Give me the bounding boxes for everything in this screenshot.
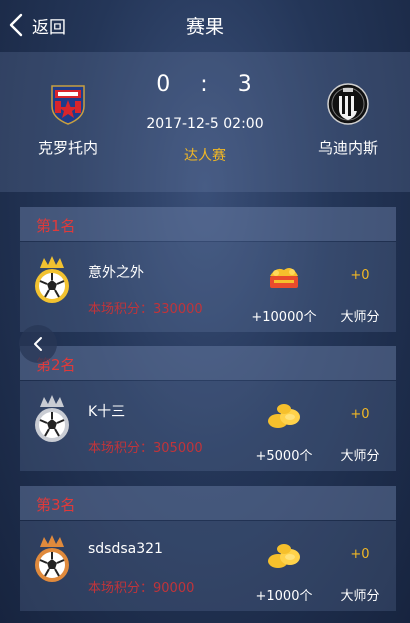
top-bar: 返回 赛果 xyxy=(0,0,410,50)
away-team-name: 乌迪内斯 xyxy=(317,139,378,157)
user-name: K十三 xyxy=(88,404,126,420)
away-score: 3 xyxy=(237,72,254,97)
bronze-crown-avatar-icon xyxy=(35,535,69,582)
points-label: 本场积分： xyxy=(88,302,154,317)
rank-header-3: 第3名 xyxy=(20,486,396,520)
gold-pile-icon xyxy=(270,268,298,288)
score-separator: : xyxy=(200,72,210,97)
gold-coins-icon xyxy=(268,544,300,568)
rank-header-1: 第1名 xyxy=(20,207,396,241)
user-name: sdsdsa321 xyxy=(88,541,163,557)
rank-row-3: sdsdsa321 本场积分：90000 +1000个 +0 大师分 xyxy=(20,521,396,611)
master-label: 大师分 xyxy=(340,589,380,604)
rank-header-2: 第2名 xyxy=(20,346,396,380)
rank-label: 第1名 xyxy=(36,217,76,235)
gold-coins-icon xyxy=(268,404,300,428)
points-value: 330000 xyxy=(153,302,203,317)
side-collapse-button[interactable] xyxy=(19,325,57,363)
master-points: +0 xyxy=(350,268,370,283)
rank-row-2: K十三 本场积分：305000 +5000个 +0 大师分 xyxy=(20,381,396,471)
page-title: 赛果 xyxy=(185,16,224,38)
match-panel: 克罗托内 0:3 2017-12-5 02:00 达人赛 乌迪内斯 xyxy=(0,52,410,192)
master-points: +0 xyxy=(350,407,370,422)
match-points: 本场积分：330000 xyxy=(88,298,203,317)
master-points: +0 xyxy=(350,547,370,562)
user-name: 意外之外 xyxy=(88,265,144,281)
reward-amount: +10000个 xyxy=(251,310,317,325)
points-label: 本场积分： xyxy=(88,581,154,596)
udinese-crest-icon xyxy=(327,83,369,125)
chevron-left-icon xyxy=(34,337,42,351)
reward-amount: +1000个 xyxy=(255,589,313,604)
rank-label: 第3名 xyxy=(36,496,76,514)
points-value: 305000 xyxy=(153,441,203,456)
home-score: 0 xyxy=(156,72,173,97)
master-label: 大师分 xyxy=(340,310,380,325)
master-label: 大师分 xyxy=(340,449,380,464)
match-points: 本场积分：90000 xyxy=(88,577,194,596)
reward-amount: +5000个 xyxy=(255,449,313,464)
match-points: 本场积分：305000 xyxy=(88,437,203,456)
silver-crown-avatar-icon xyxy=(35,395,69,442)
rank-row-1: 意外之外 本场积分：330000 +10000个 +0 大师分 xyxy=(20,242,396,332)
points-label: 本场积分： xyxy=(88,441,154,456)
gold-crown-avatar-icon xyxy=(35,256,69,303)
points-value: 90000 xyxy=(153,581,195,596)
